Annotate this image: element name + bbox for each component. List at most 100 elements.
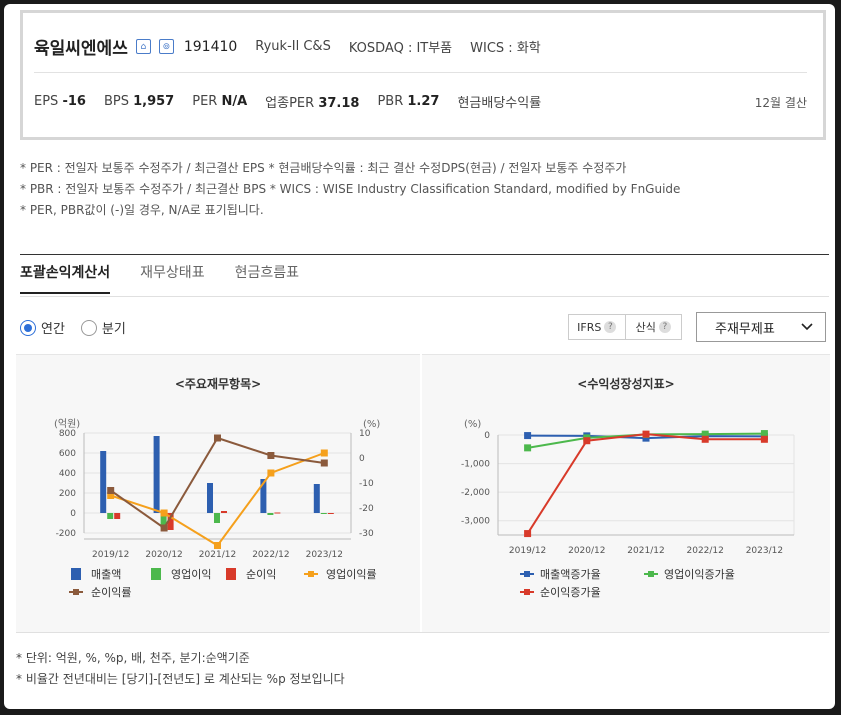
footer-line: * 단위: 억원, %, %p, 배, 천주, 분기:순액기준 (16, 651, 250, 665)
stock-code: 191410 (183, 38, 238, 55)
y-axis-unit: (%) (464, 419, 481, 430)
period-radio-group: 연간 분기 (20, 318, 126, 337)
sector-per-metric: 업종PER 37.18 (265, 96, 360, 111)
dividend-yield-label: 현금배당수익률 (457, 96, 542, 111)
bar (313, 484, 320, 513)
y-tick-label: -1,000 (461, 460, 490, 470)
help-icon[interactable]: ? (604, 321, 617, 333)
line-marker (524, 432, 532, 440)
growth-indicators-panel: <수익성장성지표> (%) 0 -1,000 -2,000 -3,000 2019/12 2… (422, 354, 830, 633)
x-tick-label: 2020/12 (145, 550, 182, 560)
line-marker (583, 437, 591, 445)
key-financials-panel: <주요재무항목> (억원) (%) 800 600 400 200 0 -200 10 0 -10-… (16, 354, 420, 633)
statement-type-select[interactable]: 주재무제표 (696, 312, 826, 342)
ifrs-option[interactable]: IFRS ? (569, 315, 625, 339)
legend-swatch (151, 568, 161, 580)
x-tick-label: 2020/12 (568, 546, 605, 556)
help-icon[interactable]: ? (658, 321, 671, 333)
bar (100, 451, 107, 513)
legend-label: 매출액증가율 (540, 568, 601, 581)
company-title-row: 육일씨엔에쓰 ⌂ ⊚ 191410 Ryuk-Il C&S KOSDAQ : I… (34, 34, 541, 60)
note-line: * PBR : 전일자 보통주 수정주가 / 최근결산 BPS * WICS :… (20, 182, 681, 196)
note-line: * PER, PBR값이 (-)일 경우, N/A로 표기됩니다. (20, 203, 264, 217)
statement-tabs: 포괄손익계산서 재무상태표 현금흐름표 (20, 262, 299, 294)
radio-annual-label: 연간 (41, 322, 65, 337)
line-marker (160, 509, 168, 517)
y-right-tick-label: 0 (359, 454, 365, 464)
summary-divider (34, 72, 807, 73)
line-marker (320, 449, 328, 457)
footer-line: * 비율간 전년대비는 [당기]-[전년도] 로 계산되는 %p 정보입니다 (16, 672, 345, 686)
y-tick-label: 200 (59, 489, 76, 499)
footer-notes: * 단위: 억원, %, %p, 배, 천주, 분기:순액기준 * 비율간 전년… (16, 648, 345, 690)
tab-underline-rule (20, 296, 829, 297)
legend-marker (648, 571, 654, 577)
metrics-row: EPS -16 BPS 1,957 PER N/A 업종PER 37.18 PB… (34, 92, 541, 111)
bps-metric: BPS 1,957 (103, 94, 175, 109)
x-tick-label: 2022/12 (687, 546, 724, 556)
y-tick-label: -2,000 (461, 488, 490, 498)
legend-marker (308, 571, 314, 577)
formula-label: 산식 (635, 321, 656, 334)
legend-label: 매출액 (91, 568, 121, 581)
definition-notes: * PER : 전일자 보통주 수정주가 / 최근결산 EPS * 현금배당수익… (20, 158, 680, 221)
y-right-tick-label: -20 (359, 504, 374, 514)
legend-label: 순이익률 (91, 586, 131, 599)
eps-metric: EPS -16 (34, 94, 86, 109)
y-tick-label: 0 (70, 509, 76, 519)
y-right-tick-label: -10 (359, 479, 374, 489)
y-tick-label: -200 (56, 529, 77, 539)
legend-label: 순이익증가율 (540, 586, 601, 599)
line-marker (642, 430, 650, 438)
bar (221, 511, 227, 513)
radio-annual[interactable]: 연간 (20, 318, 65, 337)
tab-balance-sheet[interactable]: 재무상태표 (140, 262, 204, 294)
x-tick-label: 2022/12 (252, 550, 289, 560)
series-line (110, 452, 325, 547)
legend-swatch (226, 568, 236, 580)
bar (267, 513, 274, 515)
info-icon[interactable]: ⊚ (158, 39, 174, 54)
company-summary-box (20, 10, 826, 140)
radio-quarter[interactable]: 분기 (80, 318, 126, 337)
bar (114, 513, 121, 519)
company-name: 육일씨엔에쓰 (34, 39, 128, 59)
legend-label: 순이익 (246, 568, 276, 581)
y-right-tick-label: 10 (359, 429, 371, 439)
x-tick-label: 2023/12 (306, 550, 343, 560)
radio-annual-indicator[interactable] (20, 319, 36, 336)
select-value: 주재무제표 (715, 321, 775, 337)
ifrs-label: IFRS (577, 320, 602, 334)
radio-quarter-label: 분기 (101, 322, 126, 337)
legend-label: 영업이익률 (326, 568, 377, 581)
line-marker (760, 435, 768, 443)
line-marker (267, 469, 275, 477)
wics-info: WICS : 화학 (470, 41, 541, 56)
home-icon[interactable]: ⌂ (135, 39, 151, 54)
chevron-down-icon (801, 323, 813, 331)
legend-marker (73, 589, 79, 595)
bar (207, 483, 213, 513)
legend-label: 영업이익증가율 (664, 568, 735, 581)
bar (274, 512, 281, 514)
y-tick-label: 0 (484, 431, 490, 441)
standard-options: IFRS ? 산식 ? (568, 314, 682, 340)
bar (153, 436, 160, 513)
financial-summary-frame: 육일씨엔에쓰 ⌂ ⊚ 191410 Ryuk-Il C&S KOSDAQ : I… (4, 4, 835, 709)
x-tick-label: 2021/12 (627, 546, 664, 556)
growth-indicators-title: <수익성장성지표> (577, 377, 675, 391)
english-name: Ryuk-Il C&S (255, 39, 331, 54)
line-marker (107, 487, 115, 494)
y-tick-label: 800 (59, 429, 76, 439)
y-tick-label: 400 (59, 469, 76, 479)
footer-divider (16, 632, 829, 633)
legend-label: 영업이익 (171, 568, 211, 581)
tab-cash-flow[interactable]: 현금흐름표 (235, 262, 299, 294)
formula-option[interactable]: 산식 ? (624, 315, 682, 339)
x-tick-label: 2021/12 (199, 550, 236, 560)
settlement-month: 12월 결산 (754, 96, 807, 110)
radio-quarter-indicator[interactable] (80, 319, 97, 336)
tab-income-statement[interactable]: 포괄손익계산서 (20, 262, 111, 294)
legend-marker (524, 571, 530, 577)
x-tick-label: 2019/12 (509, 546, 546, 556)
